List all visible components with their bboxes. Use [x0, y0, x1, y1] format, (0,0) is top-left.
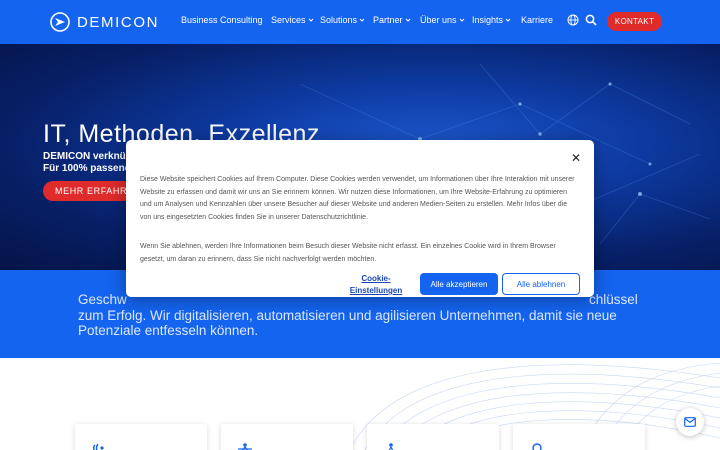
mail-icon [684, 417, 696, 427]
hero-subtitle-line-2: Für 100% passend [43, 163, 131, 174]
nav-label: Business Consulting [181, 15, 263, 25]
service-card[interactable] [367, 424, 499, 450]
intro-text-line-1-start: Geschw [78, 292, 127, 307]
intro-text-line-3: Potenziale entfesseln können. [78, 323, 259, 338]
decline-all-button[interactable]: Alle ablehnen [502, 273, 580, 295]
nav-item-partner[interactable]: Partner [373, 15, 411, 25]
service-card[interactable] [221, 424, 353, 450]
intro-text-line-2: zum Erfolg. Wir digitalisieren, automati… [78, 308, 617, 323]
cookie-info-text: Diese Website speichert Cookies auf Ihre… [140, 176, 575, 221]
nav-label: Insights [472, 15, 504, 25]
accept-all-button[interactable]: Alle akzeptieren [420, 273, 498, 295]
network-icon [238, 443, 252, 450]
services-section [0, 358, 720, 450]
nav-label: Karriere [521, 15, 554, 25]
nav-item-insights[interactable]: Insights [472, 15, 511, 25]
contact-chat-button[interactable] [676, 408, 704, 436]
chevron-down-icon [308, 18, 313, 22]
hero-subtitle-line-1: DEMICON verknü [43, 151, 126, 162]
nav-label: Partner [373, 15, 403, 25]
cookie-consent-dialog: ✕ Diese Website speichert Cookies auf Ih… [126, 140, 594, 297]
globe-icon[interactable] [567, 14, 579, 26]
nav-item-solutions[interactable]: Solutions [320, 15, 365, 25]
search-person-icon [532, 443, 542, 450]
service-card[interactable] [75, 424, 207, 450]
nav-item-karriere[interactable]: Karriere [521, 15, 553, 25]
service-card[interactable] [513, 424, 645, 450]
broadcast-icon [93, 443, 104, 450]
cookie-decline-info-text: Wenn Sie ablehnen, werden Ihre Informati… [140, 243, 556, 263]
hierarchy-icon [388, 443, 394, 450]
chevron-down-icon [359, 18, 365, 22]
close-icon[interactable]: ✕ [570, 152, 582, 164]
chevron-down-icon [505, 18, 511, 22]
nav-label: Solutions [320, 15, 358, 25]
nav-item-business-consulting[interactable]: Business Consulting [181, 15, 263, 25]
intro-text-line-1-end: chlüssel [589, 292, 638, 307]
contact-button[interactable]: KONTAKT [607, 12, 662, 31]
nav-label: Über uns [420, 15, 457, 25]
search-icon[interactable] [585, 14, 597, 26]
nav-item-ueber-uns[interactable]: Über uns [420, 15, 465, 25]
top-navigation: DEMICON Business Consulting Services Sol… [0, 0, 720, 44]
logo-text: DEMICON [77, 13, 160, 31]
chevron-down-icon [459, 18, 464, 22]
chevron-down-icon [405, 18, 410, 22]
nav-item-services[interactable]: Services [271, 15, 314, 25]
cookie-settings-link[interactable]: Cookie-Einstellungen [346, 273, 406, 297]
logo[interactable]: DEMICON [50, 12, 159, 32]
logo-icon [50, 12, 70, 32]
nav-label: Services [271, 15, 306, 25]
